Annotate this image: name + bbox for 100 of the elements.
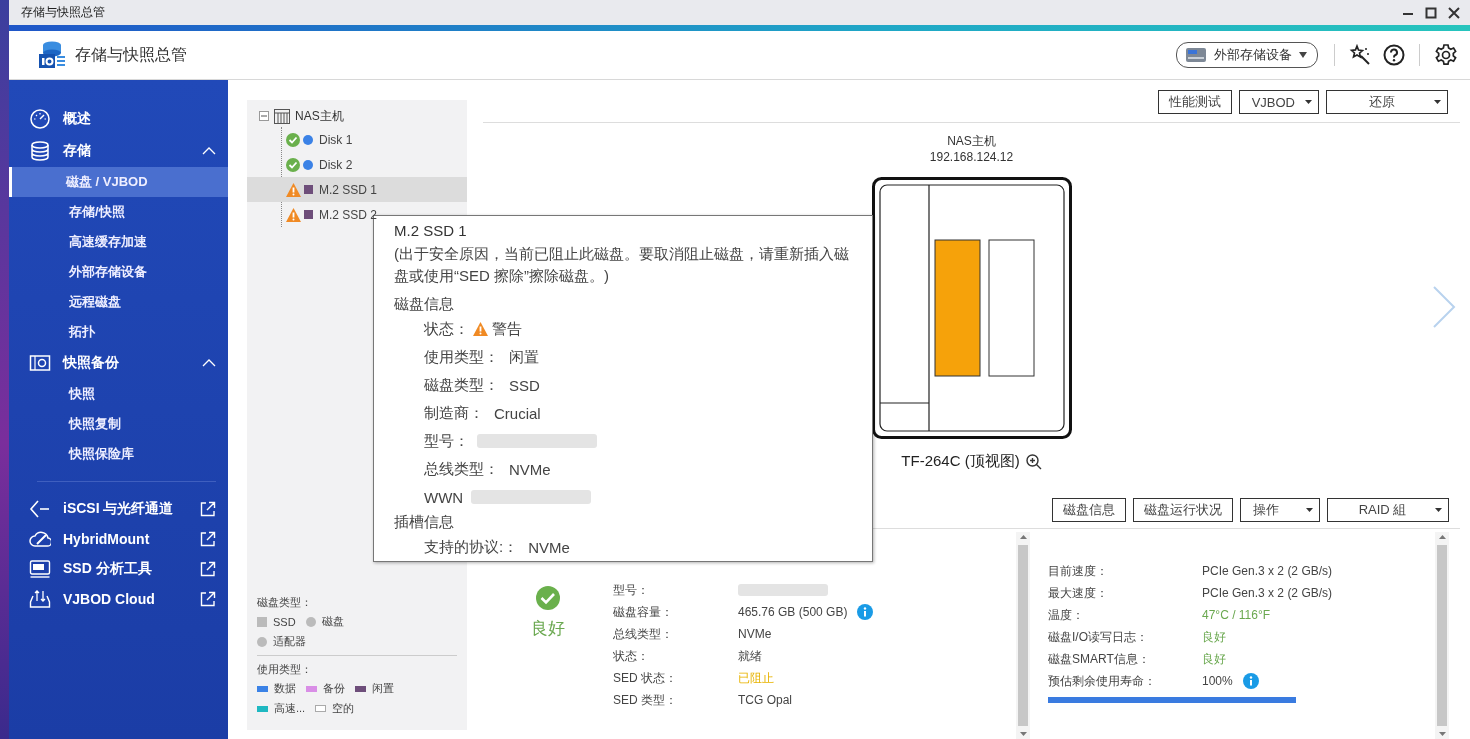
legend-title: 使用类型：	[257, 662, 313, 677]
scrollbar[interactable]	[1016, 532, 1030, 739]
detail-value: NVMe	[738, 627, 772, 641]
caret-icon	[1305, 100, 1312, 104]
disk-legend-icon	[305, 616, 316, 627]
detail-value: 就绪	[738, 647, 762, 665]
legend-title: 磁盘类型：	[257, 595, 313, 610]
health-label: 最大速度：	[1048, 584, 1109, 602]
detail-label: 磁盘容量：	[613, 603, 674, 621]
external-link-icon	[200, 561, 216, 577]
scroll-down-icon[interactable]	[1438, 732, 1446, 736]
enclosure-caption: TF-264C (顶视图)	[901, 452, 1020, 471]
enclosure-ip: 192.168.124.12	[929, 149, 1014, 165]
legend-label: SSD	[273, 615, 296, 628]
toolbar-dropdown[interactable]: RAID 組	[1327, 498, 1449, 522]
gauge-icon	[29, 108, 51, 130]
tooltip-value: SSD	[509, 376, 540, 394]
tooltip-label: 磁盘类型：	[424, 375, 499, 395]
sidebar-section[interactable]: 存储	[9, 135, 228, 167]
tree-node[interactable]: NAS主机	[295, 107, 344, 125]
scroll-up-icon[interactable]	[1019, 535, 1027, 539]
tooltip-value: 警告	[492, 319, 522, 339]
sidebar-item[interactable]: 远程磁盘	[9, 287, 228, 317]
chevron-icon[interactable]	[202, 359, 216, 367]
detail-label: 状态：	[613, 647, 650, 665]
toolbar-button[interactable]: 性能测试	[1157, 90, 1232, 114]
chevron-icon[interactable]	[202, 147, 216, 155]
help-icon[interactable]	[1383, 44, 1405, 66]
toolbar-dropdown[interactable]: 还原	[1326, 90, 1448, 114]
tooltip-label: WWN	[424, 488, 464, 506]
collapse-icon[interactable]	[259, 111, 269, 121]
health-label: 磁盘SMART信息：	[1048, 650, 1151, 668]
external-link-icon	[200, 531, 216, 547]
database-icon	[29, 140, 51, 162]
tooltip-value: NVMe	[509, 460, 551, 478]
toolbar-dropdown[interactable]: 操作	[1240, 498, 1320, 522]
tooltip-value: NVMe	[528, 538, 570, 556]
info-icon[interactable]	[857, 604, 874, 620]
app-logo-icon	[37, 40, 67, 70]
sidebar-item[interactable]: 快照保险库	[9, 439, 228, 469]
sidebar-item[interactable]: 高速缓存加速	[9, 227, 228, 257]
sidebar-link[interactable]: iSCSI 与光纤通道	[9, 494, 228, 524]
settings-icon[interactable]	[1434, 43, 1458, 67]
health-label: 温度：	[1048, 606, 1085, 624]
legend-label: 备份	[323, 681, 345, 696]
sidebar-section[interactable]: 概述	[9, 103, 228, 135]
legend-label: 数据	[274, 681, 296, 696]
app-title: 存储与快照总管	[75, 44, 187, 65]
scrollbar[interactable]	[1435, 532, 1449, 739]
info-icon[interactable]	[1242, 673, 1259, 689]
tree-item[interactable]: Disk 2	[282, 152, 467, 177]
server-icon	[274, 108, 290, 124]
magic-wand-icon[interactable]	[1349, 44, 1371, 66]
detail-value: 已阻止	[738, 669, 774, 687]
sidebar-item[interactable]: 快照复制	[9, 409, 228, 439]
tree-item[interactable]: Disk 1	[282, 127, 467, 152]
window-title: 存储与快照总管	[21, 4, 105, 21]
caret-icon	[1306, 508, 1313, 512]
legend-swatch	[315, 705, 327, 712]
sidebar-item[interactable]: 外部存储设备	[9, 257, 228, 287]
sidebar-item[interactable]: 存储/快照	[9, 197, 228, 227]
sidebar-item[interactable]: 磁盘 / VJBOD	[9, 167, 228, 197]
detail-value: 465.76 GB (500 GB)	[738, 605, 848, 619]
close-icon[interactable]	[1448, 6, 1460, 19]
sidebar-link[interactable]: HybridMount	[9, 524, 228, 554]
sidebar-item[interactable]: 拓扑	[9, 317, 228, 347]
health-value: 100%	[1202, 674, 1233, 688]
health-value: 良好	[1202, 628, 1226, 646]
detail-label: 总线类型：	[613, 625, 674, 643]
tooltip-label: 型号：	[424, 431, 469, 451]
detail-label: SED 类型：	[613, 691, 678, 709]
maximize-icon[interactable]	[1425, 6, 1437, 19]
legend-label: 闲置	[372, 681, 394, 696]
tooltip-label: 状态：	[424, 319, 469, 339]
detail-label: 型号：	[613, 581, 650, 599]
zoom-in-icon[interactable]	[1025, 453, 1042, 470]
tooltip-title: M.2 SSD 1	[394, 222, 468, 239]
toolbar-button[interactable]: 磁盘信息	[1052, 498, 1126, 522]
tooltip-section-title: 插槽信息	[394, 512, 455, 532]
enclosure-name: NAS主机	[947, 133, 996, 149]
drive-slot[interactable]	[988, 239, 1034, 377]
nas-icon	[1185, 47, 1207, 63]
scroll-up-icon[interactable]	[1438, 535, 1446, 539]
sidebar-link[interactable]: VJBOD Cloud	[9, 584, 228, 614]
sidebar-item[interactable]: 快照	[9, 379, 228, 409]
device-dropdown[interactable]: 外部存储设备	[1176, 42, 1318, 68]
drive-slot[interactable]	[934, 239, 980, 377]
external-link-icon	[200, 591, 216, 607]
toolbar-button[interactable]: 磁盘运行状况	[1133, 498, 1233, 522]
tooltip-label: 总线类型：	[424, 459, 499, 479]
scroll-down-icon[interactable]	[1019, 732, 1027, 736]
sidebar-section[interactable]: 快照备份	[9, 347, 228, 379]
sidebar-link[interactable]: SSD 分析工具	[9, 554, 228, 584]
toolbar-dropdown[interactable]: VJBOD	[1238, 90, 1319, 114]
health-value: 良好	[1202, 650, 1226, 668]
caret-icon	[1299, 52, 1307, 58]
tooltip-label: 制造商：	[424, 403, 484, 423]
tooltip-value: 闲置	[509, 347, 539, 367]
camera-icon	[29, 352, 51, 374]
good-status-icon	[535, 585, 561, 611]
